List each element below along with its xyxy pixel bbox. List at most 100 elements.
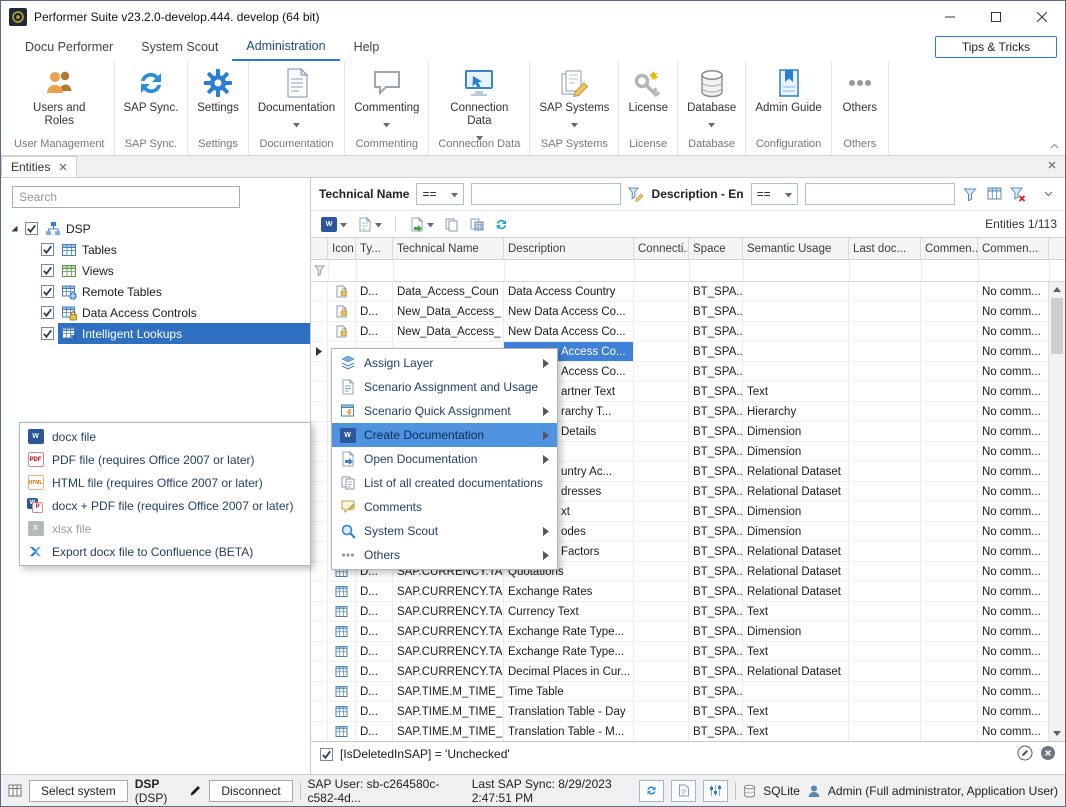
quick-settings-button[interactable] xyxy=(703,780,728,802)
close-button[interactable] xyxy=(1019,1,1065,33)
menu-item-list-of-all-created-documentations[interactable]: List of all created documentations xyxy=(332,471,557,495)
ribbon-button-license[interactable]: License xyxy=(620,63,676,115)
filter-field2-operator[interactable]: == xyxy=(751,183,798,205)
scroll-down-icon[interactable] xyxy=(1049,726,1065,741)
table-row[interactable]: D...New_Data_Access_New Data Access Co..… xyxy=(311,322,1065,342)
menu-item-pdf-file-requires-office-2007-or-later[interactable]: PDFPDF file (requires Office 2007 or lat… xyxy=(20,448,310,471)
menu-item-docx-file[interactable]: Wdocx file xyxy=(20,425,310,448)
menu-item-scenario-quick-assignment[interactable]: Scenario Quick Assignment xyxy=(332,399,557,423)
menu-item-create-documentation[interactable]: WCreate Documentation xyxy=(332,423,557,447)
column-header-ty-1[interactable]: Ty... xyxy=(356,238,393,259)
ribbon-button-documentation[interactable]: Documentation xyxy=(250,63,343,122)
select-system-button[interactable]: Select system xyxy=(29,780,128,802)
menu-item-scenario-assignment-and-usage[interactable]: Scenario Assignment and Usage xyxy=(332,375,557,399)
table-row[interactable]: D...SAP.CURRENCY.TAExchange Rate Type...… xyxy=(311,642,1065,662)
export-document-button[interactable] xyxy=(407,214,436,234)
panel-close-icon[interactable] xyxy=(1048,161,1056,169)
menu-item-comments[interactable]: Comments xyxy=(332,495,557,519)
table-row[interactable]: D...SAP.TIME.M_TIME_Translation Table - … xyxy=(311,702,1065,722)
checkbox[interactable] xyxy=(41,264,54,277)
expander-icon[interactable] xyxy=(7,224,21,233)
maximize-button[interactable] xyxy=(973,1,1019,33)
ribbon-button-sap-systems[interactable]: SAP Systems xyxy=(531,63,617,122)
ribbon-button-commenting[interactable]: Commenting xyxy=(346,63,427,122)
filter-cell[interactable] xyxy=(505,260,635,281)
open-documentation-button[interactable] xyxy=(355,214,384,234)
ribbon-button-sap-sync[interactable]: SAP Sync. xyxy=(116,63,187,115)
ribbon-button-database[interactable]: Database xyxy=(679,63,744,122)
menu-item-system-scout[interactable]: System Scout xyxy=(332,519,557,543)
tab-entities[interactable]: Entities xyxy=(1,156,77,177)
column-header-description-3[interactable]: Description xyxy=(504,238,634,259)
close-filter-button[interactable] xyxy=(1040,745,1056,764)
edit-filter-icon[interactable] xyxy=(628,184,645,204)
scroll-up-icon[interactable] xyxy=(1049,282,1065,297)
ribbon-button-connection-data[interactable]: Connection Data xyxy=(432,63,526,135)
ribbon-button-others[interactable]: Others xyxy=(833,63,887,115)
checkbox[interactable] xyxy=(41,243,54,256)
scrollbar-thumb[interactable] xyxy=(1051,298,1063,354)
tree-item-data-access-controls[interactable]: Data Access Controls xyxy=(1,302,310,323)
filter-field2-input[interactable] xyxy=(805,183,955,205)
edit-filter-button[interactable] xyxy=(1017,745,1033,764)
ribbon-tab-administration[interactable]: Administration xyxy=(232,33,339,61)
filter-cell[interactable] xyxy=(394,260,505,281)
pen-icon[interactable] xyxy=(189,784,202,797)
create-documentation-button[interactable]: W xyxy=(319,214,349,234)
filter-cell[interactable] xyxy=(329,260,357,281)
table-row[interactable]: D...SAP.CURRENCY.TAExchange RatesBT_SPA.… xyxy=(311,582,1065,602)
filter-cell[interactable] xyxy=(922,260,979,281)
filter-cell[interactable] xyxy=(850,260,922,281)
table-row[interactable]: D...SAP.TIME.M_TIME_Time TableBT_SPA...N… xyxy=(311,682,1065,702)
table-row[interactable]: D...SAP.CURRENCY.TAExchange Rate Type...… xyxy=(311,622,1065,642)
tree-item-remote-tables[interactable]: Remote Tables xyxy=(1,281,310,302)
ribbon-tab-system-scout[interactable]: System Scout xyxy=(127,33,232,61)
menu-item-docx-pdf-file-requires-office-2007-or-later[interactable]: WPdocx + PDF file (requires Office 2007 … xyxy=(20,494,310,517)
tree-item-views[interactable]: Views xyxy=(1,260,310,281)
vertical-scrollbar[interactable] xyxy=(1048,282,1065,741)
copy-grid-button[interactable] xyxy=(467,214,486,234)
column-header-icon-0[interactable]: Icon xyxy=(328,238,356,259)
tree-item-intelligent-lookups[interactable]: Intelligent Lookups xyxy=(1,323,310,344)
menu-item-export-docx-file-to-confluence-beta[interactable]: Export docx file to Confluence (BETA) xyxy=(20,540,310,563)
column-header-semantic-usage-6[interactable]: Semantic Usage xyxy=(743,238,849,259)
ribbon-button-users-and-roles[interactable]: Users and Roles xyxy=(12,63,106,128)
filter-icon[interactable] xyxy=(962,184,979,204)
table-row[interactable]: D...Data_Access_CounData Access CountryB… xyxy=(311,282,1065,302)
filter-cell[interactable] xyxy=(690,260,744,281)
checkbox[interactable] xyxy=(41,306,54,319)
column-chooser-icon[interactable] xyxy=(986,184,1003,204)
menu-item-open-documentation[interactable]: Open Documentation xyxy=(332,447,557,471)
chevron-down-icon[interactable] xyxy=(1040,184,1057,204)
column-header-commen-9[interactable]: Commen... xyxy=(978,238,1049,259)
menu-item-html-file-requires-office-2007-or-later[interactable]: HTMLHTML file (requires Office 2007 or l… xyxy=(20,471,310,494)
menu-item-assign-layer[interactable]: Assign Layer xyxy=(332,351,557,375)
copy-button[interactable] xyxy=(442,214,461,234)
filter-cell[interactable] xyxy=(635,260,690,281)
column-header-space-5[interactable]: Space xyxy=(689,238,743,259)
filter-field1-input[interactable] xyxy=(471,183,621,205)
table-row[interactable]: D...SAP.CURRENCY.TACurrency TextBT_SPA..… xyxy=(311,602,1065,622)
table-row[interactable]: D...SAP.TIME.M_TIME_Translation Table - … xyxy=(311,722,1065,741)
tree-item-tables[interactable]: Tables xyxy=(1,239,310,260)
menu-item-others[interactable]: Others xyxy=(332,543,557,567)
sap-sync-button[interactable] xyxy=(639,780,664,802)
ribbon-tab-help[interactable]: Help xyxy=(340,33,394,61)
filter-enabled-checkbox[interactable] xyxy=(320,748,333,761)
refresh-button[interactable] xyxy=(492,214,511,234)
search-input[interactable] xyxy=(12,186,240,208)
clear-filter-icon[interactable] xyxy=(1009,184,1026,204)
table-row[interactable]: D...SAP.CURRENCY.TADecimal Places in Cur… xyxy=(311,662,1065,682)
disconnect-button[interactable]: Disconnect xyxy=(209,780,292,802)
column-header-last-doc-7[interactable]: Last doc... xyxy=(849,238,921,259)
ribbon-button-settings[interactable]: Settings xyxy=(189,63,247,115)
filter-cell[interactable] xyxy=(979,260,1050,281)
minimize-button[interactable] xyxy=(927,1,973,33)
tips-tricks-button[interactable]: Tips & Tricks xyxy=(935,36,1057,58)
filter-cell[interactable] xyxy=(744,260,850,281)
checkbox[interactable] xyxy=(25,222,38,235)
table-row[interactable]: D...New_Data_Access_New Data Access Co..… xyxy=(311,302,1065,322)
tab-close-icon[interactable] xyxy=(59,163,67,171)
ribbon-tab-docu-performer[interactable]: Docu Performer xyxy=(11,33,127,61)
column-header-technical-name-2[interactable]: Technical Name xyxy=(393,238,504,259)
